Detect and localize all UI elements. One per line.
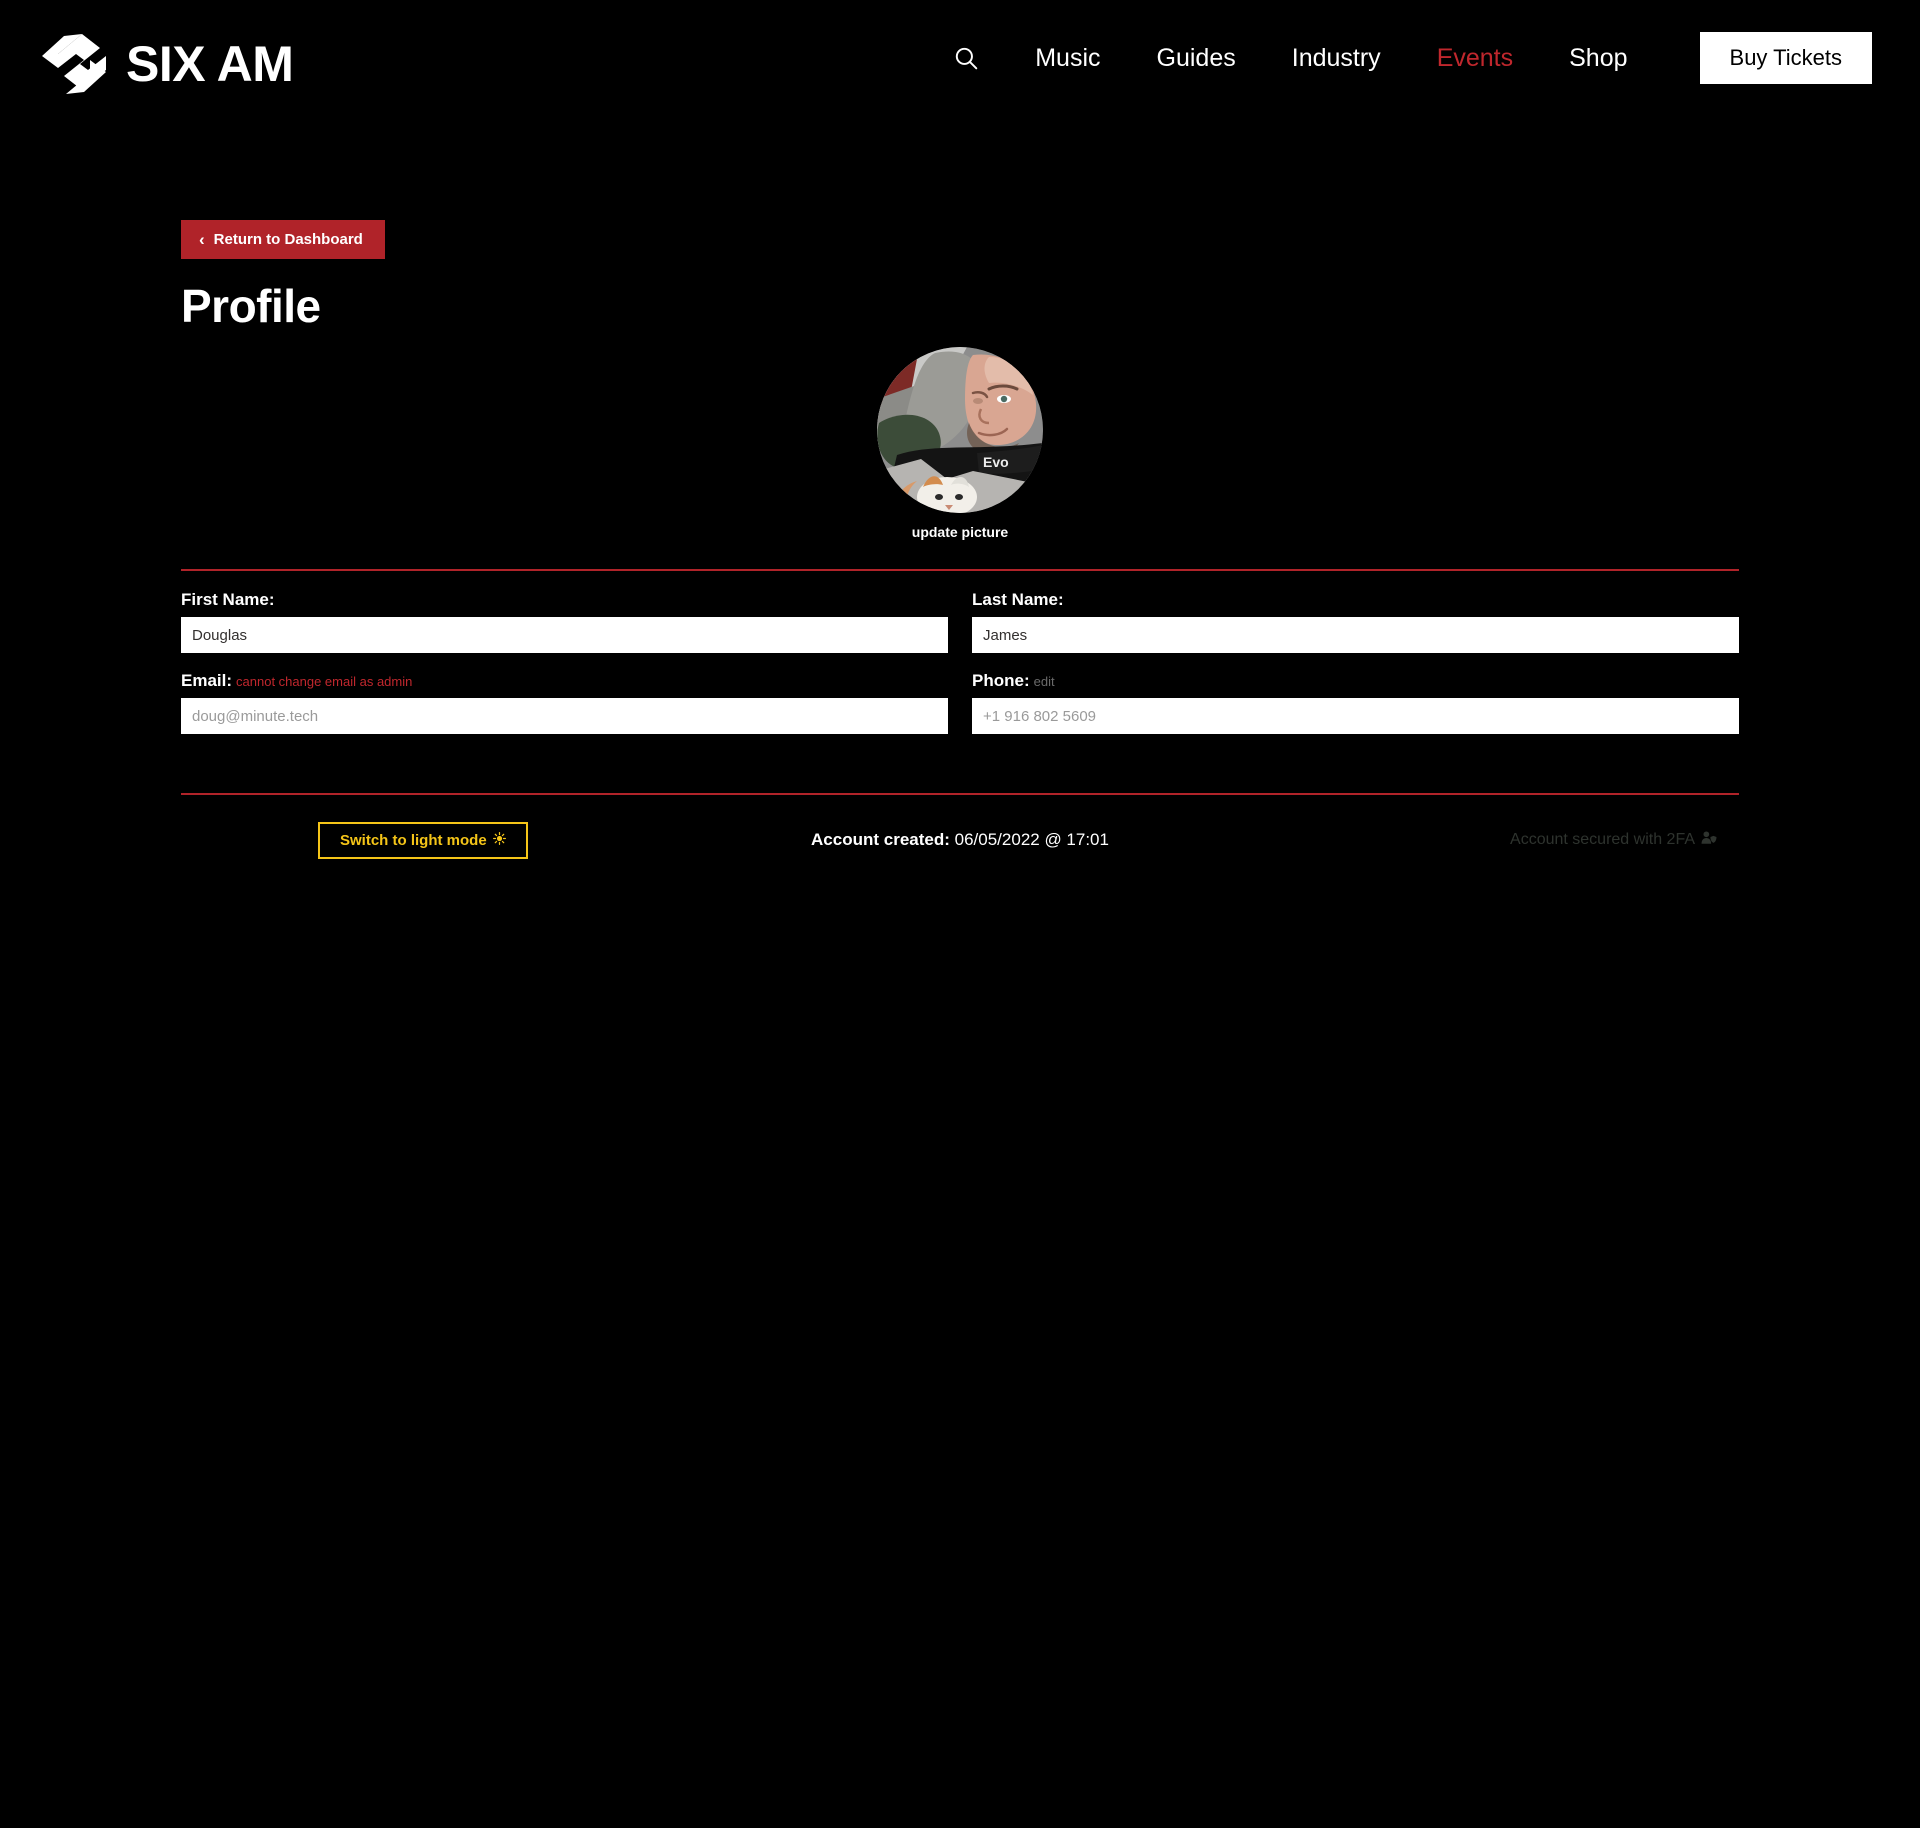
chevron-left-icon: ‹: [199, 230, 205, 249]
email-label-note: cannot change email as admin: [236, 674, 413, 689]
sixam-logo-icon: [38, 30, 110, 98]
field-first-name: First Name:: [181, 590, 948, 653]
avatar[interactable]: Evo AD: [877, 347, 1043, 513]
svg-text:Evo: Evo: [983, 454, 1009, 470]
account-created: Account created: 06/05/2022 @ 17:01: [811, 830, 1109, 850]
divider-top: [181, 569, 1739, 571]
last-name-input[interactable]: [972, 617, 1739, 653]
last-name-label: Last Name:: [972, 590, 1064, 609]
nav-item-music[interactable]: Music: [1007, 44, 1128, 73]
account-meta-row: Switch to light mode Account created: 06…: [181, 821, 1739, 859]
switch-light-mode-button[interactable]: Switch to light mode: [318, 821, 528, 859]
account-created-label: Account created:: [811, 830, 950, 849]
page-body: ‹ Return to Dashboard Profile Evo update…: [0, 136, 1920, 859]
search-icon[interactable]: [951, 43, 981, 73]
email-input[interactable]: [181, 698, 948, 734]
field-last-name: Last Name:: [972, 590, 1739, 653]
nav-item-industry[interactable]: Industry: [1264, 44, 1409, 73]
phone-edit-link[interactable]: edit: [1034, 674, 1055, 689]
switch-light-mode-label: Switch to light mode: [340, 831, 487, 849]
nav-item-shop[interactable]: Shop: [1541, 44, 1655, 73]
sun-icon: [492, 831, 506, 849]
field-email: Email: cannot change email as admin: [181, 671, 948, 734]
main-nav: Music Guides Industry Events Shop Buy Ti…: [951, 28, 1920, 88]
brand-wordmark: SIX AM: [126, 36, 294, 92]
user-shield-icon: [1701, 830, 1717, 850]
site-header: SIX AM Music Guides Industry Events Shop…: [0, 0, 1920, 136]
buy-tickets-button[interactable]: Buy Tickets: [1699, 32, 1872, 84]
first-name-label: First Name:: [181, 590, 275, 609]
account-created-value: 06/05/2022 @ 17:01: [954, 830, 1109, 849]
email-label-text: Email:: [181, 671, 233, 690]
profile-form: First Name: Last Name: Email:cannot chan…: [181, 590, 1739, 752]
page-title: Profile: [181, 280, 321, 332]
return-to-dashboard-label: Return to Dashboard: [213, 231, 363, 248]
status-badge-2fa: Account secured with 2FA: [1510, 830, 1717, 850]
avatar-block: Evo AD update picture: [181, 347, 1739, 540]
phone-label-text: Phone:: [972, 671, 1030, 690]
first-name-input[interactable]: [181, 617, 948, 653]
content-container: ‹ Return to Dashboard Profile Evo update…: [181, 136, 1739, 859]
update-picture-link[interactable]: update picture: [912, 524, 1008, 540]
return-to-dashboard-button[interactable]: ‹ Return to Dashboard: [181, 220, 385, 259]
email-label: Email: cannot change email as admin: [181, 671, 948, 691]
phone-input[interactable]: [972, 698, 1739, 734]
nav-item-events[interactable]: Events: [1409, 44, 1541, 73]
divider-bottom: [181, 793, 1739, 795]
field-phone: Phone: edit: [972, 671, 1739, 734]
phone-label: Phone: edit: [972, 671, 1739, 691]
nav-item-guides[interactable]: Guides: [1129, 44, 1264, 73]
brand-logo[interactable]: SIX AM: [38, 30, 294, 98]
twofa-label: Account secured with 2FA: [1510, 831, 1695, 848]
